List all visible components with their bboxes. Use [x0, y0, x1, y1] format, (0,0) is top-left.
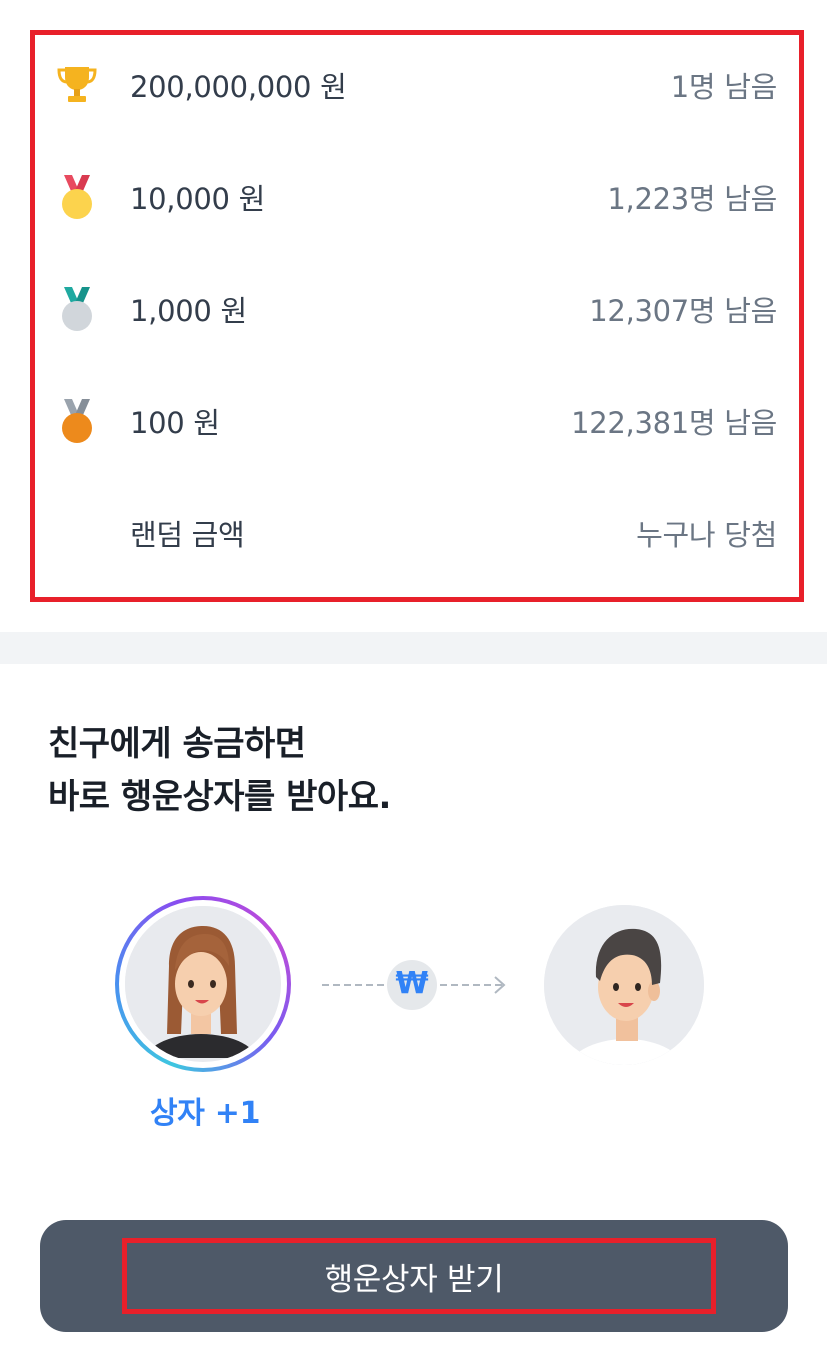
get-lucky-box-label: 행운상자 받기	[324, 1261, 504, 1298]
silver-medal-icon	[57, 285, 97, 333]
prize-remaining: 12,307명 남음	[589, 294, 777, 328]
prize-row-5: 랜덤 금액 누구나 당첨	[35, 503, 799, 563]
bronze-medal-icon	[57, 397, 97, 445]
prize-amount: 200,000,000 원	[130, 70, 347, 104]
prize-remaining: 누구나 당첨	[636, 518, 777, 552]
prize-amount: 1,000 원	[130, 294, 247, 328]
man-avatar-icon	[544, 905, 704, 1065]
prize-row-2: 10,000 원 1,223명 남음	[35, 167, 799, 227]
prize-row-1: 200,000,000 원 1명 남음	[35, 55, 799, 115]
prize-remaining: 1명 남음	[670, 70, 778, 104]
section-divider	[0, 632, 827, 664]
prize-amount: 100 원	[130, 406, 220, 440]
headline-line-2: 바로 행운상자를 받아요.	[48, 777, 391, 817]
prize-row-4: 100 원 122,381명 남음	[35, 391, 799, 451]
prize-amount: 랜덤 금액	[130, 518, 245, 552]
box-count-label: 상자 +1	[150, 1096, 261, 1131]
sender-avatar	[115, 896, 291, 1072]
gold-medal-icon	[57, 173, 97, 221]
prize-remaining: 1,223명 남음	[607, 182, 777, 216]
prize-remaining: 122,381명 남음	[571, 406, 777, 440]
headline-line-1: 친구에게 송금하면	[48, 724, 306, 764]
recipient-avatar	[544, 905, 704, 1065]
trophy-icon	[57, 61, 97, 109]
won-icon: ₩	[395, 966, 429, 1001]
prize-row-3: 1,000 원 12,307명 남음	[35, 279, 799, 339]
page-headline: 친구에게 송금하면 바로 행운상자를 받아요.	[48, 718, 391, 824]
woman-avatar-icon	[125, 906, 277, 1062]
prize-list: 200,000,000 원 1명 남음 10,000 원 1,223명 남음 1…	[30, 30, 804, 602]
prize-amount: 10,000 원	[130, 182, 265, 216]
